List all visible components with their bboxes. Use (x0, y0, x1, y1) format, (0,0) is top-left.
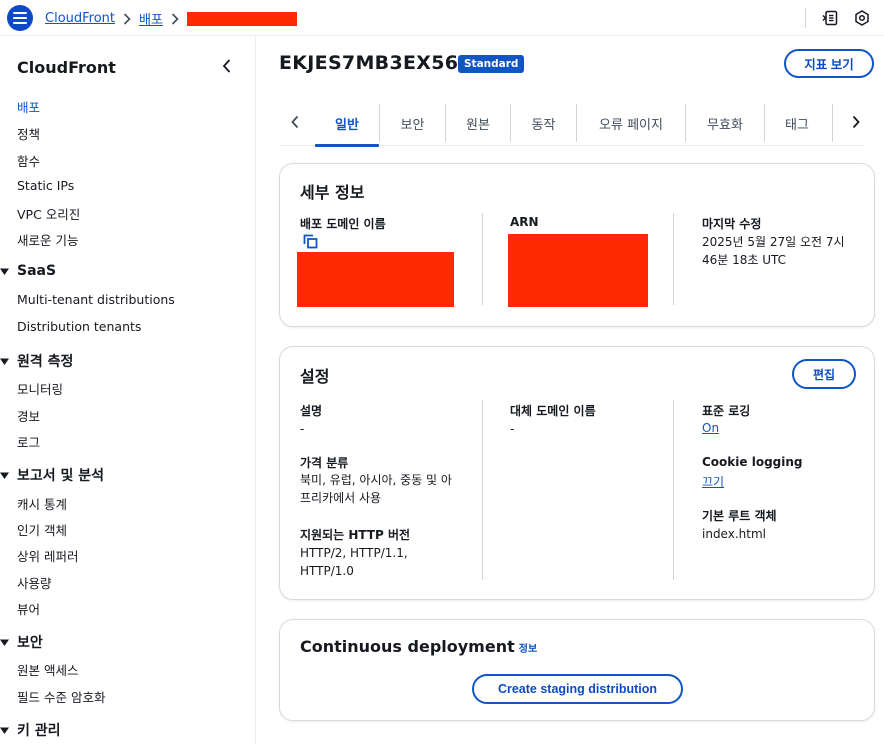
alternate-domain-label: 대체 도메인 이름 (510, 404, 596, 418)
sidebar-item-viewers[interactable]: 뷰어 (17, 599, 40, 618)
details-card: 세부 정보 배포 도메인 이름 ARN 마지막 수정 2025년 5월 27일 … (279, 163, 875, 327)
description-value: - (300, 422, 305, 436)
sidebar-section-label: SaaS (17, 263, 57, 279)
continuous-deployment-card: Continuous deployment 정보 Create staging d… (279, 619, 875, 721)
main-content: EKJES7MB3EX56 Standard 지표 보기 일반 보안 원본 동작… (257, 37, 884, 744)
sidebar-item-alarms[interactable]: 경보 (17, 406, 40, 425)
chevron-right-icon[interactable] (846, 110, 866, 134)
top-navigation-bar: CloudFront 배포 (0, 0, 884, 36)
price-class-label: 가격 분류 (300, 456, 349, 470)
tab-general[interactable]: 일반 (315, 100, 379, 147)
column-divider (673, 400, 674, 580)
divider (805, 8, 806, 28)
caret-down-icon (0, 267, 9, 276)
side-navigation: CloudFront 배포 정책 함수 Static IPs VPC 오리진 새… (0, 37, 256, 744)
continuous-deployment-title: Continuous deployment 정보 (300, 637, 537, 656)
sidebar-section-label: 보고서 및 분석 (17, 468, 105, 484)
tab-behaviors[interactable]: 동작 (511, 100, 576, 146)
sidebar-section-label: 키 관리 (17, 723, 61, 739)
sidebar-item-logs[interactable]: 로그 (17, 432, 40, 451)
caret-down-icon (0, 471, 9, 480)
default-root-object-value: index.html (702, 527, 766, 541)
arn-label: ARN (510, 215, 539, 229)
default-root-object-label: 기본 루트 객체 (702, 509, 777, 523)
breadcrumb-cloudfront[interactable]: CloudFront (45, 11, 115, 26)
cookie-logging-label: Cookie logging (702, 455, 803, 469)
sidebar-item-distributions[interactable]: 배포 (17, 97, 40, 116)
tab-origins[interactable]: 원본 (446, 100, 510, 146)
sidebar-section-label: 보안 (17, 635, 43, 651)
sidebar-item-cache-stats[interactable]: 캐시 통계 (17, 494, 67, 513)
domain-name-redacted (297, 252, 454, 307)
sidebar-item-field-level-encryption[interactable]: 필드 수준 암호화 (17, 687, 105, 706)
caret-down-icon (0, 357, 9, 366)
column-divider (673, 213, 674, 305)
sidebar-section-key-management[interactable]: 키 관리 (0, 720, 61, 740)
standard-logging-label: 표준 로깅 (702, 404, 751, 418)
breadcrumb-redacted-distribution (186, 11, 297, 26)
last-modified-value: 2025년 5월 27일 오전 7시 46분 18초 UTC (702, 235, 845, 267)
status-badge: Standard (458, 55, 525, 73)
http-versions-value: HTTP/2, HTTP/1.1, HTTP/1.0 (300, 546, 408, 578)
info-link[interactable]: 정보 (519, 644, 537, 655)
copy-icon[interactable] (303, 234, 319, 250)
panel-toggle-icon[interactable] (820, 8, 840, 28)
page-title: EKJES7MB3EX56 (279, 52, 459, 74)
arn-redacted (508, 234, 648, 307)
settings-title: 설정 (300, 367, 330, 386)
sidebar-item-vpc-origins[interactable]: VPC 오리진 (17, 204, 80, 223)
sidebar-item-whats-new[interactable]: 새로운 기능 (17, 230, 78, 249)
top-right-tools (805, 0, 884, 36)
tab-tags[interactable]: 태그 (765, 100, 829, 146)
sidebar-section-telemetry[interactable]: 원격 측정 (0, 351, 73, 371)
menu-icon[interactable] (7, 5, 33, 31)
sidebar-item-monitoring[interactable]: 모니터링 (17, 379, 63, 398)
sidebar-item-popular-objects[interactable]: 인기 객체 (17, 520, 67, 539)
tab-invalidations[interactable]: 무효화 (686, 100, 764, 146)
caret-down-icon (0, 726, 9, 735)
sidebar-section-security[interactable]: 보안 (0, 632, 43, 652)
details-title: 세부 정보 (300, 183, 365, 202)
sidebar-item-origin-access[interactable]: 원본 액세스 (17, 660, 78, 679)
caret-down-icon (0, 638, 9, 647)
sidebar-section-reports[interactable]: 보고서 및 분석 (0, 465, 104, 485)
sidebar-section-saas[interactable]: SaaS (0, 263, 56, 279)
view-metrics-button[interactable]: 지표 보기 (784, 49, 874, 78)
tab-security[interactable]: 보안 (380, 100, 445, 146)
chevron-right-icon (171, 12, 179, 25)
breadcrumb-distributions[interactable]: 배포 (139, 9, 163, 28)
sidebar-section-label: 원격 측정 (17, 354, 74, 370)
domain-name-label: 배포 도메인 이름 (300, 217, 386, 231)
chevron-left-icon[interactable] (220, 57, 234, 75)
http-versions-label: 지원되는 HTTP 버전 (300, 528, 411, 542)
alternate-domain-value: - (510, 422, 515, 436)
description-label: 설명 (300, 404, 323, 418)
sidebar-item-static-ips[interactable]: Static IPs (17, 178, 74, 193)
continuous-deployment-heading: Continuous deployment (300, 637, 515, 656)
column-divider (482, 400, 483, 580)
sidebar-item-top-referrers[interactable]: 상위 레퍼러 (17, 546, 78, 565)
last-modified-label: 마지막 수정 (702, 217, 762, 231)
sidebar-item-multi-tenant[interactable]: Multi-tenant distributions (17, 292, 175, 307)
sidebar-item-distribution-tenants[interactable]: Distribution tenants (17, 319, 141, 334)
cookie-logging-value[interactable]: 끄기 (702, 473, 724, 490)
chevron-left-icon[interactable] (285, 110, 305, 134)
breadcrumb: CloudFront 배포 (45, 9, 297, 28)
price-class-value: 북미, 유럽, 아시아, 중동 및 아프리카에서 사용 (300, 473, 452, 505)
tab-bar: 일반 보안 원본 동작 오류 페이지 무효화 태그 (279, 100, 866, 147)
sidebar-item-functions[interactable]: 함수 (17, 151, 40, 170)
chevron-right-icon (123, 12, 131, 25)
settings-card: 설정 편집 설명 - 가격 분류 북미, 유럽, 아시아, 중동 및 아프리카에… (279, 346, 875, 600)
sidebar-item-usage[interactable]: 사용량 (17, 573, 52, 592)
edit-button[interactable]: 편집 (792, 359, 856, 389)
settings-hex-icon[interactable] (852, 8, 872, 28)
column-divider (482, 213, 483, 305)
create-staging-distribution-button[interactable]: Create staging distribution (472, 674, 683, 704)
tab-divider (832, 104, 833, 142)
tab-error-pages[interactable]: 오류 페이지 (577, 100, 685, 146)
standard-logging-value[interactable]: On (702, 421, 719, 435)
sidebar-title: CloudFront (17, 58, 116, 77)
sidebar-item-policies[interactable]: 정책 (17, 124, 40, 143)
